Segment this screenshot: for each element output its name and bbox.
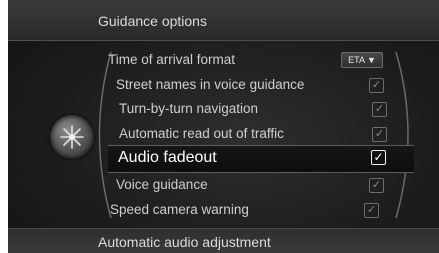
menu-item-automatic-read-out[interactable]: Automatic read out of traffic [119,126,284,141]
checkmark-icon[interactable]: ✓ [371,150,386,165]
menu-item-voice-guidance[interactable]: Voice guidance [116,177,208,192]
checkmark-icon[interactable]: ✓ [372,127,387,142]
checkmark-icon[interactable]: ✓ [369,78,384,93]
chevron-down-icon: ▼ [366,55,376,65]
time-format-dropdown[interactable]: ETA ▼ [341,52,383,68]
checkmark-icon[interactable]: ✓ [372,102,387,117]
footer-menu-item: Automatic audio adjustment [98,234,271,250]
menu-item-audio-fadeout[interactable]: Audio fadeout [118,149,217,167]
checkmark-icon[interactable]: ✓ [364,203,379,218]
menu-title: Guidance options [98,13,207,29]
menu-item-street-names[interactable]: Street names in voice guidance [116,77,304,92]
menu-item-speed-camera-warning[interactable]: Speed camera warning [110,202,249,217]
menu-item-turn-by-turn[interactable]: Turn-by-turn navigation [119,101,258,116]
infotainment-screen: Guidance options Time of arrival format … [8,0,439,253]
menu-footer[interactable]: Automatic audio adjustment [8,228,439,253]
navigation-dial-icon[interactable] [50,115,94,159]
checkmark-icon[interactable]: ✓ [369,178,384,193]
menu-item-time-of-arrival-format[interactable]: Time of arrival format [108,52,235,67]
menu-header: Guidance options [8,0,439,41]
time-format-value: ETA [348,55,365,65]
